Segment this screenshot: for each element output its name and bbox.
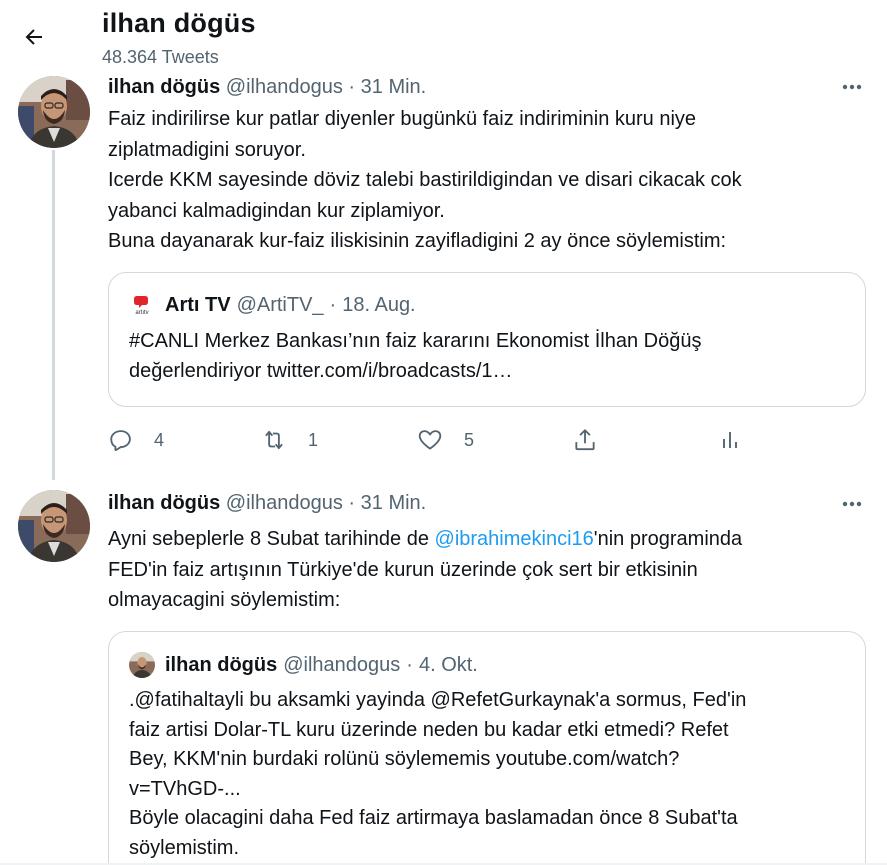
separator-dot: · [348,492,356,514]
author-handle[interactable]: @ilhandogus [226,492,343,514]
reply-count: 4 [154,429,165,450]
tweet-2[interactable]: ilhan dögüs @ilhandogus · 31 Min. Ayni s… [0,480,887,865]
separator-dot: · [406,653,413,676]
svg-text:artıtv: artıtv [135,310,148,316]
quote-author-name: Artı TV [165,293,231,316]
like-button[interactable]: 5 [416,420,474,460]
tweet-text-line: ziplatmadigini soruyor. [108,138,306,161]
avatar[interactable] [18,490,90,562]
author-handle[interactable]: @ilhandogus [226,76,343,98]
thread-connector [52,150,55,480]
tweet-time[interactable]: 31 Min. [361,76,427,98]
quote-author-name: ilhan dögüs [165,653,278,676]
tweet-count: 48.364 Tweets [102,47,219,67]
quoted-tweet[interactable]: artıtv Artı TV @ArtiTV_ · 18. Aug. #CANL… [108,272,866,407]
tweet-1[interactable]: ilhan dögüs @ilhandogus · 31 Min. Faiz i… [0,72,887,480]
tweet-header: ilhan dögüs @ilhandogus · 31 Min. [108,492,426,515]
tweet-text: Faiz indirilirse kur patlar diyenler bug… [108,104,868,257]
retweet-button[interactable]: 1 [260,420,318,460]
quote-text-line: v=TVhGD-... [129,777,241,800]
arrow-left-icon [25,29,42,45]
tweet-header: ilhan dögüs @ilhandogus · 31 Min. [108,76,426,99]
quote-text-line: değerlendiriyor twitter.com/i/broadcasts… [129,359,513,382]
quote-header: ilhan dögüs @ilhandogus · 4. Okt. [129,652,478,678]
quote-text-line: faiz artisi Dolar-TL kuru üzerinde neden… [129,718,729,741]
quote-text-line: Böyle olacagini daha Fed faiz artirmaya … [129,807,738,829]
more-button[interactable] [832,73,872,101]
avatar[interactable] [18,76,90,148]
quoted-tweet[interactable]: ilhan dögüs @ilhandogus · 4. Okt. .@fati… [108,631,866,865]
mention-link[interactable]: @ibrahimekinci16 [435,528,594,550]
quote-author-handle: @ArtiTV_ [236,293,324,316]
quote-time: 4. Okt. [418,653,478,676]
analytics-button[interactable] [718,420,742,460]
quote-avatar [129,652,155,678]
quote-header: artıtv Artı TV @ArtiTV_ · 18. Aug. [129,292,416,318]
tweet-text-fragment: 'nin programinda [593,528,743,550]
share-button[interactable] [572,420,598,460]
separator-dot: · [348,76,356,98]
quote-text-line: .@fatihaltayli bu aksamki yayinda @Refet… [129,689,747,711]
tweet-text-line: Icerde KKM sayesinde döviz talebi bastir… [108,169,742,191]
tweet-actions: 4 1 5 [108,420,768,460]
quote-text-line: söylemistim. [129,836,240,859]
reply-button[interactable]: 4 [108,420,164,460]
quote-time: 18. Aug. [342,293,416,316]
retweet-count: 1 [308,429,319,450]
analytics-icon [723,432,737,448]
quote-text: #CANLI Merkez Bankası’nın faiz kararını … [129,327,849,386]
reply-icon [110,430,131,451]
tweet-text-line: Faiz indirilirse kur patlar diyenler bug… [108,108,697,130]
quote-author-handle: @ilhandogus [283,653,401,676]
tweet-text-line: yabanci kalmadigindan kur ziplamiyor. [108,199,445,222]
profile-name-title: ilhan dögüs [102,8,256,38]
heart-icon [418,430,442,450]
tweet-text-line: olmayacagini söylemistim: [108,589,341,611]
tweet-text-line: FED'in faiz artışının Türkiye'de kurun ü… [108,558,698,581]
back-button[interactable] [14,17,54,57]
author-name[interactable]: ilhan dögüs [108,492,220,514]
more-horizontal-icon [842,501,862,507]
profile-header: ilhan dögüs 48.364 Tweets [0,0,887,72]
quote-text: .@fatihaltayli bu aksamki yayinda @Refet… [129,686,849,863]
artitv-logo: artıtv [129,292,155,318]
more-horizontal-icon [842,84,862,90]
tweet-text-line: Ayni sebeplerle 8 Subat tarihinde de @ib… [108,524,868,555]
more-button[interactable] [832,490,872,518]
tweet-text: Ayni sebeplerle 8 Subat tarihinde de @ib… [108,524,868,616]
like-count: 5 [464,429,475,450]
tweet-text-fragment: Ayni sebeplerle 8 Subat tarihinde de [108,528,435,550]
tweet-time[interactable]: 31 Min. [361,492,427,514]
tweet-text-line: Buna dayanarak kur-faiz iliskisinin zayi… [108,230,727,252]
share-icon [575,429,595,451]
retweet-icon [265,430,283,450]
quote-text-line: #CANLI Merkez Bankası’nın faiz kararını … [129,330,702,352]
quote-text-line: Bey, KKM'nin burdaki rolünü söylememis y… [129,748,680,770]
author-name[interactable]: ilhan dögüs [108,76,220,98]
separator-dot: · [329,293,337,316]
